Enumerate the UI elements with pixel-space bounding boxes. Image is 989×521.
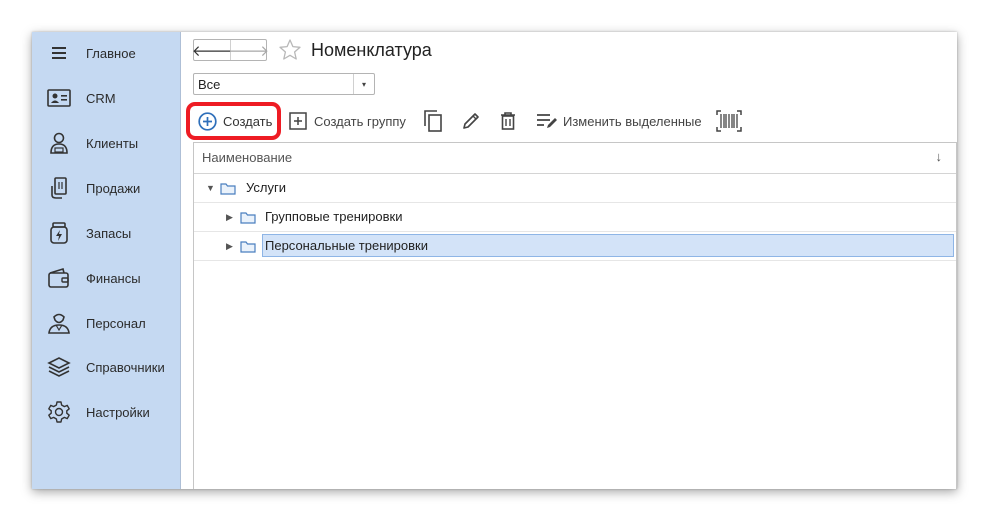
sidebar-item-label: Настройки [86, 404, 150, 420]
books-icon [46, 354, 72, 380]
plus-square-icon [289, 112, 307, 130]
edit-selected-label: Изменить выделенные [563, 113, 702, 129]
main-panel: 🡐 🡒 Номенклатура Все ▾ Создать Создать г… [181, 32, 957, 489]
sidebar-item-main[interactable]: Главное [32, 33, 180, 73]
create-group-label: Создать группу [314, 113, 406, 129]
column-header-label: Наименование [202, 150, 293, 165]
favorite-star-icon[interactable] [278, 38, 302, 62]
sidebar-item-clients[interactable]: Клиенты [32, 123, 180, 163]
create-button[interactable]: Создать [186, 102, 281, 140]
sidebar-item-label: Запасы [86, 225, 132, 241]
folder-icon [240, 240, 256, 258]
column-header-name[interactable]: Наименование ↓ [194, 143, 956, 174]
staff-icon [46, 310, 72, 336]
barcode-icon [716, 110, 742, 132]
delete-button[interactable] [499, 108, 517, 134]
sidebar-item-label: Финансы [86, 270, 141, 286]
chevron-down-icon[interactable]: ▾ [353, 74, 374, 94]
tree-row-label: Услуги [246, 180, 286, 195]
sidebar-item-label: Продажи [86, 180, 141, 196]
copy-button[interactable] [423, 108, 443, 134]
sidebar-item-settings[interactable]: Настройки [32, 392, 180, 432]
tree-row-personal-trainings[interactable]: ▶ Персональные тренировки [194, 232, 956, 261]
sidebar-item-label: CRM [86, 90, 116, 106]
sidebar-item-label: Клиенты [86, 135, 139, 151]
sort-desc-icon[interactable]: ↓ [936, 149, 943, 164]
folder-icon [220, 182, 236, 200]
filter-select-value: Все [198, 77, 221, 92]
client-icon [46, 130, 72, 156]
create-button-label: Создать [223, 113, 273, 129]
sidebar-item-label: Справочники [86, 359, 165, 375]
sidebar-item-finance[interactable]: Финансы [32, 258, 180, 298]
gear-icon [46, 399, 72, 425]
copy-icon [423, 110, 443, 132]
edit-button[interactable] [461, 108, 481, 134]
pencil-icon [461, 111, 481, 131]
sidebar-item-label: Главное [86, 45, 136, 61]
arrow-left-icon: 🡐 [191, 42, 233, 60]
wallet-icon [46, 265, 72, 291]
sidebar-item-catalogs[interactable]: Справочники [32, 347, 180, 387]
filter-select[interactable]: Все ▾ [193, 73, 375, 95]
contact-card-icon [46, 85, 72, 111]
stock-jar-icon [46, 220, 72, 246]
sidebar-item-crm[interactable]: CRM [32, 78, 180, 118]
edit-list-icon [536, 112, 558, 130]
back-button[interactable]: 🡐 [191, 40, 233, 60]
trash-icon [499, 111, 517, 131]
expand-arrow-right-icon[interactable]: ▶ [226, 212, 233, 223]
tree-row-services[interactable]: ▼ Услуги [194, 174, 956, 203]
menu-icon [46, 40, 72, 66]
edit-selected-button[interactable]: Изменить выделенные [536, 108, 702, 134]
sales-icon [46, 175, 72, 201]
sidebar: Главное CRM Клиенты Продажи Запасы Финан… [32, 32, 181, 489]
tree-row-group-trainings[interactable]: ▶ Групповые тренировки [194, 203, 956, 232]
sidebar-item-stock[interactable]: Запасы [32, 213, 180, 253]
sidebar-item-label: Персонал [86, 315, 146, 331]
create-group-button[interactable]: Создать группу [289, 108, 406, 134]
page-title: Номенклатура [311, 40, 432, 60]
app-window: Главное CRM Клиенты Продажи Запасы Финан… [32, 32, 957, 489]
forward-button[interactable]: 🡒 [228, 40, 270, 60]
history-nav: 🡐 🡒 [191, 39, 270, 61]
expand-arrow-down-icon[interactable]: ▼ [206, 183, 215, 193]
barcode-button[interactable] [716, 108, 742, 134]
folder-icon [240, 211, 256, 229]
plus-circle-icon [198, 111, 217, 131]
sidebar-item-staff[interactable]: Персонал [32, 303, 180, 343]
items-tree-table: Наименование ↓ ▼ Услуги ▶ Групповые трен… [193, 142, 957, 489]
tree-row-label: Персональные тренировки [265, 238, 428, 253]
tree-row-label: Групповые тренировки [265, 209, 403, 224]
arrow-right-icon: 🡒 [228, 42, 270, 60]
sidebar-item-sales[interactable]: Продажи [32, 168, 180, 208]
expand-arrow-right-icon[interactable]: ▶ [226, 241, 233, 252]
